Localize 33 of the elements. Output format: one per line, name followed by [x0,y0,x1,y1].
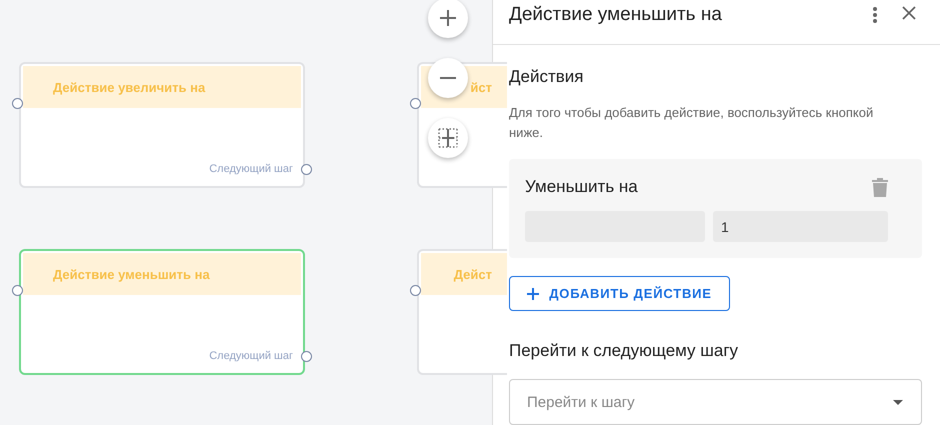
plus-icon [527,288,540,300]
step-select[interactable]: Перейти к шагу [509,379,922,425]
input-port[interactable] [410,98,421,109]
minus-icon [440,77,456,79]
panel-title: Действие уменьшить на [509,3,723,27]
input-port[interactable] [12,285,23,296]
section-title: Перейти к следующему шагу [509,341,740,361]
node-title: йст [470,80,492,94]
output-port[interactable] [301,164,312,175]
input-field[interactable]: 1 [713,211,888,242]
step-node[interactable]: Действие увеличить на Следующий шаг [19,62,305,188]
section-title: Действия [509,67,584,87]
node-title: Действие увеличить на [53,80,206,94]
step-node[interactable]: Действие уменьшить на Следующий шаг [19,249,305,375]
fit-grid-icon [438,128,458,148]
output-label: Следующий шаг [209,350,293,362]
node-title: Действие уменьшить на [53,266,210,282]
more-icon [872,6,878,24]
input-port[interactable] [12,98,23,109]
node-title: Дейст [454,266,492,282]
plus-icon [439,9,457,27]
input-port[interactable] [410,285,421,296]
zoom-in-button[interactable] [428,0,468,38]
trash-icon [872,178,888,196]
add-action-button[interactable]: ДОБАВИТЬ ДЕЙСТВИЕ [509,276,730,311]
step-node[interactable]: Дейст [417,249,507,375]
delete-button[interactable] [872,178,888,196]
action-title: Уменьшить на [525,177,638,197]
close-icon [902,6,916,20]
description-text: Для того чтобы добавить действие, воспользуйтесь кнопкой ниже. [509,104,874,142]
output-port[interactable] [301,351,312,362]
caret-icon [893,400,903,404]
output-label: Следующий шаг [209,163,293,175]
